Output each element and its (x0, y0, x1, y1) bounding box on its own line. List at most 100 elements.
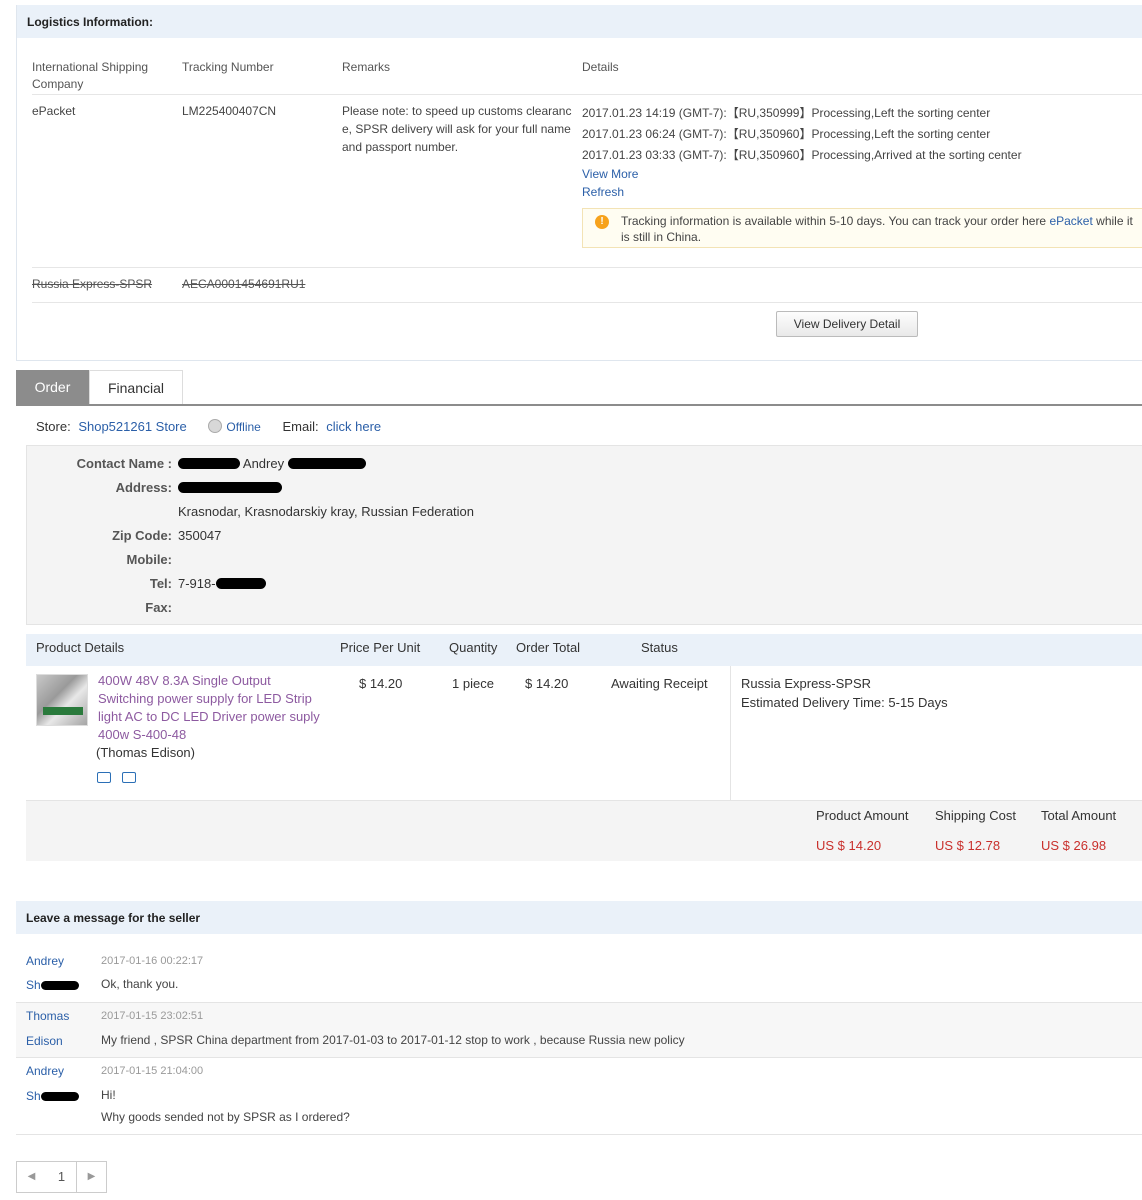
message-author-surname[interactable]: Edison (26, 1033, 63, 1049)
tracking-tip: ! Tracking information is available with… (582, 208, 1142, 248)
contact-first-name: Andrey (242, 456, 285, 471)
store-label: Store: (36, 419, 71, 434)
header-price: Price Per Unit (340, 640, 421, 655)
mobile-label: Mobile: (126, 552, 173, 567)
zip-value: 350047 (178, 528, 222, 543)
divider (32, 302, 1142, 303)
epacket-link[interactable]: ePacket (1049, 214, 1092, 228)
shipping-cost-label: Shipping Cost (935, 808, 1016, 823)
fax-label: Fax: (145, 600, 172, 615)
col-header-details: Details (582, 60, 619, 74)
header-order-total: Order Total (516, 640, 581, 655)
message-text: Ok, thank you. (101, 977, 179, 991)
view-delivery-detail-button[interactable]: View Delivery Detail (776, 311, 918, 337)
store-info: Store: Shop521261 Store Offline Email: c… (36, 419, 381, 434)
tab-order[interactable]: Order (16, 370, 89, 404)
contact-name-label: Contact Name : (76, 456, 172, 471)
page-1[interactable]: 1 (46, 1161, 77, 1193)
logistics-section: Logistics Information: International Shi… (16, 5, 1142, 361)
store-link[interactable]: Shop521261 Store (78, 419, 186, 434)
message-time: 2017-01-15 23:02:51 (101, 1010, 204, 1022)
order-total: $ 14.20 (525, 676, 569, 691)
message-text: Hi! (101, 1088, 116, 1102)
header-status: Status (641, 640, 678, 655)
lightbulb-icon: ! (595, 215, 609, 229)
tracking-details: 2017.01.23 14:19 (GMT-7):【RU,350999】Proc… (582, 103, 1022, 166)
total-amount-label: Total Amount (1041, 808, 1117, 823)
product-name-link[interactable]: 400W 48V 8.3A Single Output Switching po… (98, 672, 323, 744)
product-thumbnail[interactable] (36, 674, 88, 726)
contact-name-value: Andrey (178, 456, 366, 471)
offline-status[interactable]: Offline (226, 420, 260, 434)
product-table-header: Product Details Price Per Unit Quantity … (26, 634, 1142, 666)
header-product-details: Product Details (36, 640, 125, 655)
divider (32, 267, 1142, 268)
email-label: Email: (282, 419, 319, 434)
address-line-1 (178, 480, 282, 495)
order-totals: Product Amount Shipping Cost Total Amoun… (26, 801, 1142, 861)
estimated-delivery: Estimated Delivery Time: 5-15 Days (741, 695, 948, 710)
divider (32, 94, 1142, 95)
zip-label: Zip Code: (112, 528, 172, 543)
email-link[interactable]: click here (326, 419, 381, 434)
tel-value: 7-918- (178, 576, 266, 591)
prev-page-button[interactable]: ◀ (16, 1161, 47, 1193)
product-row: 400W 48V 8.3A Single Output Switching po… (26, 666, 1142, 801)
redacted-text (178, 482, 282, 493)
product-amount-label: Product Amount (816, 808, 909, 823)
delivery-time: 5-15 Days (888, 695, 948, 710)
price-per-unit: $ 14.20 (359, 676, 403, 691)
message-time: 2017-01-15 21:04:00 (101, 1065, 204, 1077)
order-tabs: Order Financial (16, 370, 1142, 406)
message-item: Andrey Sh 2017-01-16 00:22:17 Ok, thank … (16, 946, 1142, 1003)
shipping-company-cancelled: Russia Express-SPSR (32, 277, 153, 291)
tracking-event: 2017.01.23 14:19 (GMT-7):【RU,350999】Proc… (582, 106, 991, 120)
col-header-remarks: Remarks (342, 60, 391, 74)
tel-label: Tel: (149, 576, 172, 591)
message-author-surname[interactable]: Sh (26, 1088, 79, 1104)
address-label: Address: (115, 480, 172, 495)
product-amount-value: US $ 14.20 (816, 838, 882, 853)
message-author[interactable]: Andrey (26, 1063, 64, 1079)
header-quantity: Quantity (449, 640, 498, 655)
message-text: My friend , SPSR China department from 2… (101, 1033, 685, 1047)
tracking-number: LM225400407CN (182, 104, 277, 118)
view-more-link[interactable]: View More (582, 165, 638, 183)
tracking-event: 2017.01.23 03:33 (GMT-7):【RU,350960】Proc… (582, 148, 1022, 162)
product-seller: (Thomas Edison) (96, 745, 195, 760)
shipping-cost-value: US $ 12.78 (935, 838, 1001, 853)
remarks-text: Please note: to speed up customs clearan… (342, 104, 572, 154)
card-icon[interactable] (122, 772, 136, 783)
message-time: 2017-01-16 00:22:17 (101, 955, 204, 967)
shipping-method: Russia Express-SPSR (741, 676, 872, 691)
message-author[interactable]: Andrey (26, 953, 64, 969)
message-author-surname[interactable]: Sh (26, 977, 79, 993)
delivery-label: Estimated Delivery Time: (741, 695, 885, 710)
truck-icon[interactable] (97, 772, 111, 783)
redacted-text (178, 458, 240, 469)
message-text: Why goods sended not by SPSR as I ordere… (101, 1110, 350, 1124)
col-header-company: International Shipping Company (32, 60, 149, 91)
message-item: Andrey Sh 2017-01-15 21:04:00 Hi! Why go… (16, 1058, 1142, 1135)
divider (730, 666, 731, 800)
address-line-2: Krasnodar, Krasnodarskiy kray, Russian F… (178, 504, 475, 519)
messages-title: Leave a message for the seller (16, 901, 1142, 934)
redacted-text (287, 458, 366, 469)
col-header-tracking: Tracking Number (182, 60, 274, 74)
message-item: Thomas Edison 2017-01-15 23:02:51 My fri… (16, 1003, 1142, 1058)
message-author[interactable]: Thomas (26, 1008, 69, 1024)
quantity: 1 piece (452, 676, 494, 691)
redacted-text (215, 578, 266, 589)
next-page-button[interactable]: ▶ (76, 1161, 107, 1193)
refresh-link[interactable]: Refresh (582, 183, 624, 201)
shipping-address: Contact Name : Andrey Address: Krasnodar… (26, 445, 1142, 625)
tab-financial[interactable]: Financial (89, 370, 183, 404)
tracking-event: 2017.01.23 06:24 (GMT-7):【RU,350960】Proc… (582, 127, 991, 141)
tracking-number-cancelled: AECA0001454691RU1 (182, 277, 306, 291)
total-amount-value: US $ 26.98 (1041, 838, 1107, 853)
logistics-title: Logistics Information: (17, 5, 1142, 38)
tel-prefix: 7-918- (178, 576, 216, 591)
offline-icon (208, 419, 223, 433)
order-status: Awaiting Receipt (611, 676, 708, 691)
tip-text: Tracking information is available within… (621, 214, 1050, 228)
